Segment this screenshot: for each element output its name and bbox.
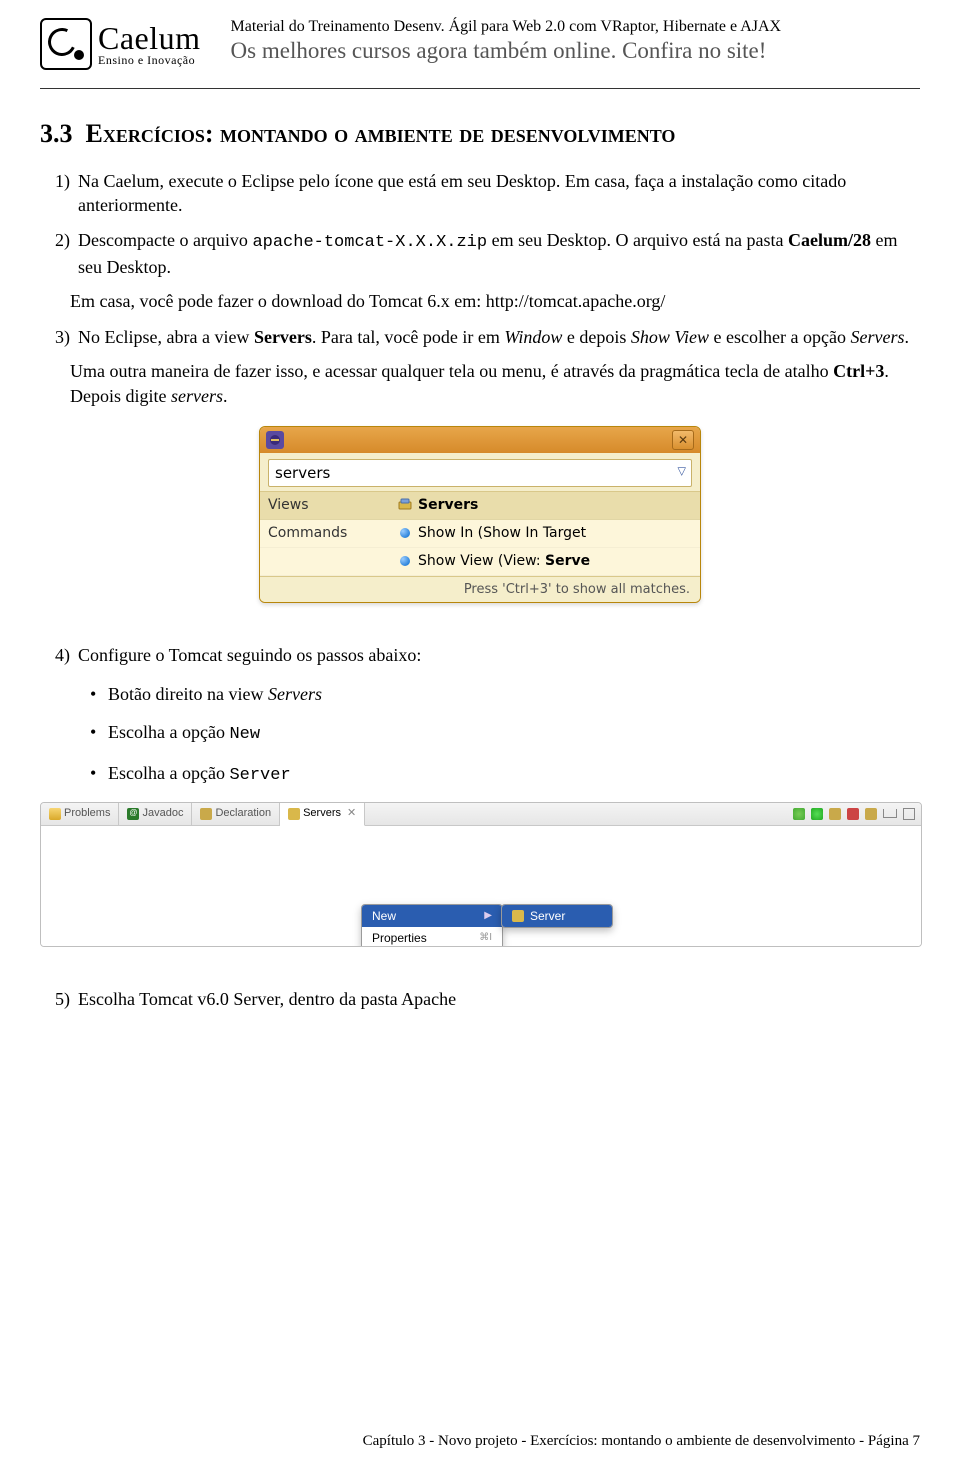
- tab-close-icon[interactable]: ✕: [347, 806, 356, 821]
- folder-caelum-28: Caelum/28: [788, 230, 871, 250]
- code-tomcat-zip: apache-tomcat-X.X.X.zip: [252, 233, 487, 252]
- panel-toolbar: [787, 803, 921, 825]
- section-heading: 3.3 Exercícios: montando o ambiente de d…: [40, 119, 920, 149]
- eclipse-icon: [266, 431, 284, 449]
- run-server-button[interactable]: [811, 808, 823, 820]
- command-icon: [398, 526, 412, 540]
- quick-access-input[interactable]: [268, 459, 692, 487]
- javadoc-icon: @: [127, 808, 139, 820]
- context-submenu: Server: [501, 904, 613, 928]
- servers-tab-icon: [288, 808, 300, 820]
- step-2-text: Descompacte o arquivo apache-tomcat-X.X.…: [78, 228, 920, 279]
- step-1-number: 1): [40, 169, 78, 218]
- context-menu-properties[interactable]: Properties ⌘I: [362, 927, 502, 947]
- result-row-show-view[interactable]: Show View (View: Serve: [260, 548, 700, 576]
- step-4: 4) Configure o Tomcat seguindo os passos…: [40, 643, 920, 667]
- close-button[interactable]: ✕: [672, 430, 694, 450]
- step-5-number: 5): [40, 987, 78, 1011]
- step-5-text: Escolha Tomcat v6.0 Server, dentro da pa…: [78, 987, 920, 1011]
- dropdown-triangle-icon[interactable]: ▽: [678, 465, 686, 480]
- logo-tagline: Ensino e Inovação: [98, 54, 201, 66]
- servers-view-icon: [398, 498, 412, 512]
- header-subhead: Os melhores cursos agora também online. …: [231, 38, 920, 64]
- step-4-number: 4): [40, 643, 78, 667]
- step-1: 1) Na Caelum, execute o Eclipse pelo íco…: [40, 169, 920, 218]
- step-3-text: No Eclipse, abra a view Servers. Para ta…: [78, 325, 920, 349]
- step-2-number: 2): [40, 228, 78, 279]
- category-commands: Commands: [268, 524, 398, 543]
- command-icon: [398, 554, 412, 568]
- stop-server-button[interactable]: [847, 808, 859, 820]
- tab-servers[interactable]: Servers✕: [280, 803, 365, 826]
- maximize-view-button[interactable]: [903, 808, 915, 820]
- step-3-note: Uma outra maneira de fazer isso, e acess…: [70, 359, 920, 408]
- step-3: 3) No Eclipse, abra a view Servers. Para…: [40, 325, 920, 349]
- step-5: 5) Escolha Tomcat v6.0 Server, dentro da…: [40, 987, 920, 1011]
- step-2: 2) Descompacte o arquivo apache-tomcat-X…: [40, 228, 920, 279]
- submenu-arrow-icon: ▶: [484, 909, 492, 923]
- result-row-servers[interactable]: Views Servers: [260, 492, 700, 520]
- result-row-show-in[interactable]: Commands Show In (Show In Target: [260, 520, 700, 548]
- page-header: Caelum Ensino e Inovação Material do Tre…: [40, 18, 920, 70]
- section-title-text: Exercícios: montando o ambiente de desen…: [86, 119, 676, 148]
- properties-shortcut: ⌘I: [479, 931, 492, 945]
- substep-server: Escolha a opção Server: [90, 761, 920, 788]
- eclipse-servers-panel: Problems @Javadoc Declaration Servers✕: [40, 802, 922, 947]
- step-3-number: 3): [40, 325, 78, 349]
- logo: Caelum Ensino e Inovação: [40, 18, 201, 70]
- new-server-icon: [512, 910, 524, 922]
- problems-icon: [49, 808, 61, 820]
- dialog-results-list: Views Servers Commands Show In (Show: [260, 491, 700, 576]
- dialog-search-row: ▽: [260, 453, 700, 491]
- tab-declaration[interactable]: Declaration: [192, 803, 280, 825]
- context-menu: New ▶ Properties ⌘I: [361, 904, 503, 947]
- training-material-line: Material do Treinamento Desenv. Ágil par…: [231, 18, 920, 36]
- page-footer: Capítulo 3 - Novo projeto - Exercícios: …: [363, 1433, 920, 1450]
- declaration-icon: [200, 808, 212, 820]
- step-1-text: Na Caelum, execute o Eclipse pelo ícone …: [78, 169, 920, 218]
- minimize-view-button[interactable]: [883, 809, 897, 818]
- substep-right-click: Botão direito na view Servers: [90, 682, 920, 706]
- step-4-text: Configure o Tomcat seguindo os passos ab…: [78, 643, 920, 667]
- eclipse-quick-access-dialog: ✕ ▽ Views Servers: [259, 426, 701, 603]
- dialog-titlebar: ✕: [260, 427, 700, 453]
- context-menu-new[interactable]: New ▶: [362, 905, 502, 927]
- submenu-server[interactable]: Server: [502, 905, 612, 927]
- result-show-in-label: Show In (Show In Target: [418, 524, 586, 543]
- logo-name: Caelum: [98, 22, 201, 54]
- profile-server-button[interactable]: [829, 808, 841, 820]
- publish-button[interactable]: [865, 808, 877, 820]
- tab-javadoc[interactable]: @Javadoc: [119, 803, 192, 825]
- debug-server-button[interactable]: [793, 808, 805, 820]
- panel-tab-bar: Problems @Javadoc Declaration Servers✕: [41, 803, 921, 826]
- result-show-view-label: Show View (View: Serve: [418, 552, 590, 571]
- header-divider: [40, 88, 920, 89]
- step-2-note: Em casa, você pode fazer o download do T…: [70, 289, 920, 313]
- servers-view-body[interactable]: New ▶ Properties ⌘I Server: [41, 826, 921, 946]
- tab-problems[interactable]: Problems: [41, 803, 119, 825]
- caelum-logo-icon: [40, 18, 92, 70]
- dialog-footer-hint: Press 'Ctrl+3' to show all matches.: [260, 576, 700, 603]
- substep-new: Escolha a opção New: [90, 720, 920, 747]
- step-4-substeps: Botão direito na view Servers Escolha a …: [90, 682, 920, 788]
- section-number: 3.3: [40, 119, 73, 148]
- result-servers-label: Servers: [418, 496, 478, 515]
- category-views: Views: [268, 496, 398, 515]
